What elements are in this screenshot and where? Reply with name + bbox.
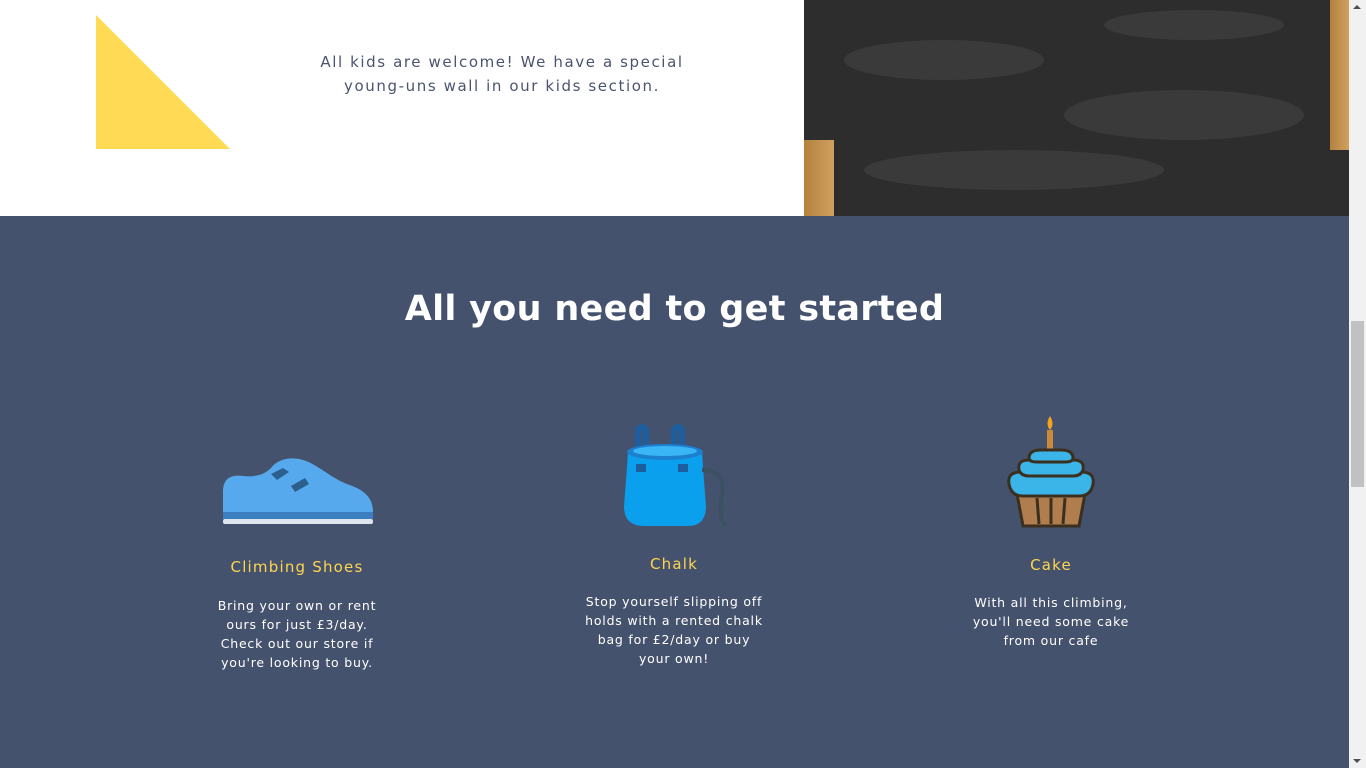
climbing-shoe-icon: [223, 458, 373, 524]
feature-name: Climbing Shoes: [230, 558, 364, 576]
feature-climbing-shoes: Climbing Shoes Bring your own or rent ou…: [177, 446, 417, 676]
feature-description: Stop yourself slipping off holds with a …: [585, 594, 763, 666]
scroll-down-arrow-icon[interactable]: [1353, 759, 1361, 763]
kids-welcome-text: All kids are welcome! We have a special …: [320, 53, 684, 95]
scroll-up-arrow-icon[interactable]: [1353, 5, 1361, 9]
scrollbar-thumb[interactable]: [1351, 321, 1364, 487]
cupcake-icon: [1007, 416, 1095, 528]
chalk-bag-icon: [624, 424, 728, 528]
page: All kids are welcome! We have a special …: [0, 0, 1349, 768]
getting-started-section: All you need to get started Climbing Sho…: [0, 216, 1349, 768]
kids-section: All kids are welcome! We have a special …: [0, 0, 1349, 216]
feature-name: Cake: [1030, 556, 1072, 574]
feature-chalk: Chalk Stop yourself slipping off holds w…: [554, 416, 794, 676]
feature-description: With all this climbing, you'll need some…: [972, 595, 1130, 648]
climbing-mat-photo: [804, 0, 1349, 216]
yellow-triangle-decoration: [96, 15, 230, 149]
feature-description: Bring your own or rent ours for just £3/…: [217, 598, 377, 670]
feature-name: Chalk: [649, 555, 699, 573]
feature-cake: Cake With all this climbing, you'll need…: [931, 412, 1171, 672]
vertical-scrollbar[interactable]: [1349, 0, 1366, 768]
section-title: All you need to get started: [404, 289, 945, 329]
